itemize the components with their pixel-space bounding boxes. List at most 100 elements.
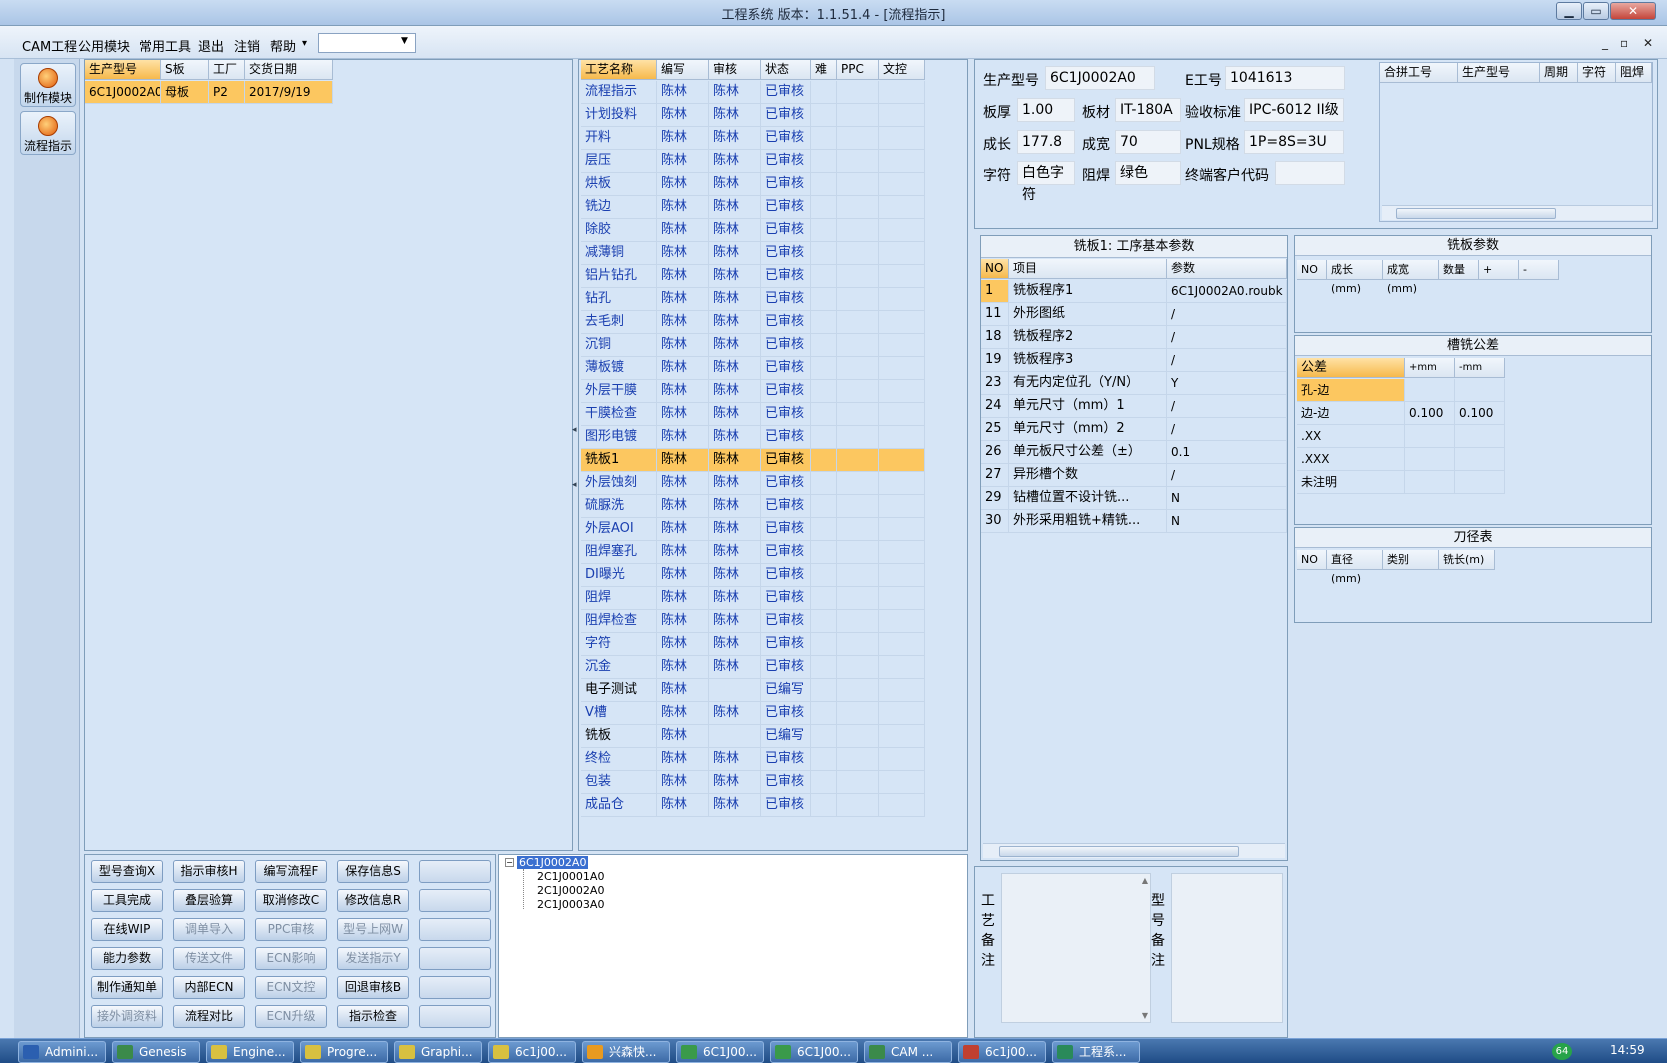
process-cell[interactable] (879, 679, 925, 702)
tolerance-cell[interactable]: 边-边 (1297, 402, 1405, 425)
tolerance-cell[interactable]: 未注明 (1297, 471, 1405, 494)
process-cell[interactable]: 图形电镀 (581, 426, 657, 449)
action-button[interactable]: 修改信息R (337, 889, 409, 912)
params-cell[interactable]: 24 (981, 395, 1009, 418)
process-cell[interactable]: 陈林 (657, 495, 709, 518)
params-cell[interactable]: 单元尺寸（mm）2 (1009, 418, 1167, 441)
process-cell[interactable] (879, 518, 925, 541)
model-notes-field[interactable] (1171, 873, 1283, 1023)
taskbar-item[interactable]: Progre... (300, 1041, 388, 1063)
tools-header-cell[interactable]: NO (1297, 550, 1327, 570)
process-cell[interactable] (811, 587, 837, 610)
tree-child[interactable]: 2C1J0001A0 (537, 870, 604, 883)
process-cell[interactable]: 陈林 (657, 794, 709, 817)
menu-tools[interactable]: 常用工具 (139, 36, 191, 55)
mdi-minimize-button[interactable]: _ (1602, 36, 1608, 50)
process-cell[interactable] (811, 541, 837, 564)
process-header-cell[interactable]: 审核 (709, 60, 761, 80)
process-cell[interactable] (879, 104, 925, 127)
process-cell[interactable] (811, 564, 837, 587)
process-cell[interactable]: 陈林 (709, 771, 761, 794)
process-cell[interactable]: 陈林 (709, 656, 761, 679)
process-cell[interactable]: 已审核 (761, 81, 811, 104)
process-cell[interactable]: 已审核 (761, 380, 811, 403)
process-cell[interactable]: 已审核 (761, 771, 811, 794)
process-cell[interactable]: 陈林 (709, 288, 761, 311)
process-cell[interactable] (837, 702, 879, 725)
process-cell[interactable] (811, 127, 837, 150)
process-cell[interactable]: 成品仓 (581, 794, 657, 817)
process-cell[interactable] (879, 334, 925, 357)
process-cell[interactable] (811, 288, 837, 311)
process-cell[interactable] (879, 610, 925, 633)
taskbar-item[interactable]: 工程系... (1052, 1041, 1140, 1063)
process-cell[interactable]: 已审核 (761, 265, 811, 288)
process-cell[interactable]: 已审核 (761, 403, 811, 426)
process-cell[interactable]: 陈林 (709, 380, 761, 403)
tolerance-cell[interactable] (1405, 471, 1455, 494)
action-button[interactable]: 保存信息S (337, 860, 409, 883)
process-cell[interactable] (879, 403, 925, 426)
merge-scrollbar[interactable] (1382, 205, 1652, 220)
process-cell[interactable] (879, 771, 925, 794)
action-button[interactable]: 回退审核B (337, 976, 409, 999)
process-cell[interactable] (879, 380, 925, 403)
process-cell[interactable] (811, 173, 837, 196)
process-cell[interactable] (811, 403, 837, 426)
process-cell[interactable]: 陈林 (657, 219, 709, 242)
params-cell[interactable]: 外形图纸 (1009, 303, 1167, 326)
tolerance-cell[interactable] (1405, 425, 1455, 448)
tools-header-cell[interactable]: 直径(mm) (1327, 550, 1383, 585)
process-cell[interactable]: 已审核 (761, 288, 811, 311)
mill-header-cell[interactable]: + (1479, 260, 1519, 280)
char-field[interactable]: 白色字符 (1017, 161, 1075, 203)
taskbar-item[interactable]: 6C1J00... (770, 1041, 858, 1063)
merge-header-cell[interactable]: 合拼工号 (1380, 63, 1458, 83)
params-cell[interactable]: 1 (981, 280, 1009, 303)
process-cell[interactable]: 陈林 (657, 380, 709, 403)
process-cell[interactable]: 陈林 (709, 610, 761, 633)
len-field[interactable]: 177.8 (1017, 130, 1075, 154)
process-cell[interactable]: 薄板镀 (581, 357, 657, 380)
merge-header-cell[interactable]: 字符 (1578, 63, 1616, 83)
process-cell[interactable]: 已审核 (761, 196, 811, 219)
process-cell[interactable]: 已审核 (761, 426, 811, 449)
process-cell[interactable]: 层压 (581, 150, 657, 173)
material-field[interactable]: IT-180A (1115, 98, 1181, 122)
process-cell[interactable]: 外层AOI (581, 518, 657, 541)
process-cell[interactable] (811, 242, 837, 265)
process-cell[interactable] (811, 334, 837, 357)
process-cell[interactable] (811, 472, 837, 495)
process-cell[interactable] (811, 702, 837, 725)
process-cell[interactable]: 已审核 (761, 449, 811, 472)
tree-root[interactable]: 6C1J0002A0 (517, 856, 589, 869)
splitter-arrow-icon[interactable]: ◂ (572, 480, 577, 490)
process-cell[interactable] (837, 633, 879, 656)
tolerance-cell[interactable] (1455, 448, 1505, 471)
process-cell[interactable]: 已审核 (761, 104, 811, 127)
process-cell[interactable]: 陈林 (657, 725, 709, 748)
process-cell[interactable]: 陈林 (709, 702, 761, 725)
process-cell[interactable] (879, 748, 925, 771)
process-cell[interactable]: 已审核 (761, 495, 811, 518)
merge-header-cell[interactable]: 阻焊 (1616, 63, 1652, 83)
action-button[interactable]: 制作通知单 (91, 976, 163, 999)
process-cell[interactable]: 陈林 (709, 219, 761, 242)
scroll-thumb[interactable] (1396, 208, 1556, 219)
menu-combo[interactable]: ▼ (318, 33, 416, 53)
process-cell[interactable]: 已审核 (761, 219, 811, 242)
process-cell[interactable] (879, 265, 925, 288)
params-cell[interactable]: 11 (981, 303, 1009, 326)
process-cell[interactable] (837, 794, 879, 817)
tools-header-cell[interactable]: 类别 (1383, 550, 1439, 570)
params-cell[interactable]: Y (1167, 372, 1287, 395)
taskbar-item[interactable]: CAM ... (864, 1041, 952, 1063)
taskbar-item[interactable]: 6c1j00... (488, 1041, 576, 1063)
process-cell[interactable]: 陈林 (657, 104, 709, 127)
process-cell[interactable]: 陈林 (709, 541, 761, 564)
merge-header-cell[interactable]: 生产型号 (1458, 63, 1540, 83)
params-cell[interactable]: 铣板程序3 (1009, 349, 1167, 372)
empty-button[interactable] (419, 1005, 491, 1028)
process-cell[interactable] (709, 679, 761, 702)
process-cell[interactable] (811, 725, 837, 748)
